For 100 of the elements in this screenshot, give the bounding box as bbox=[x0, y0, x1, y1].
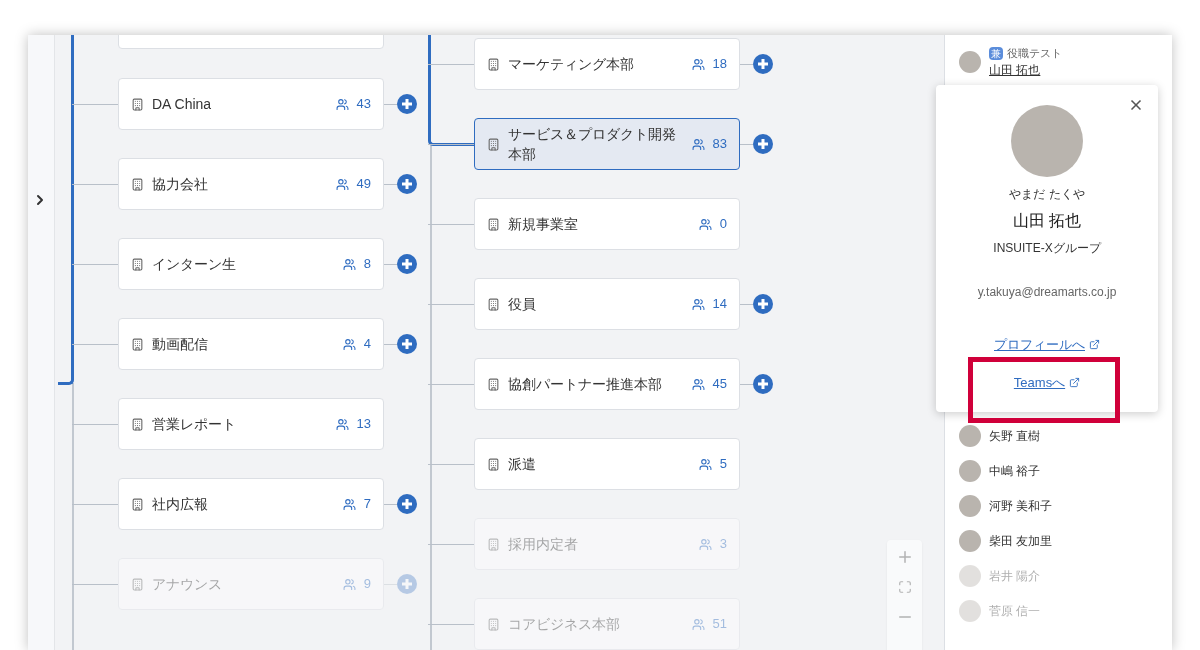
member-name[interactable]: 矢野 直樹 bbox=[989, 427, 1041, 445]
member-count: 13 bbox=[356, 415, 371, 434]
people-icon bbox=[342, 497, 356, 511]
email-address: y.takuya@dreamarts.co.jp bbox=[977, 284, 1117, 301]
building-icon bbox=[487, 297, 500, 311]
add-icon[interactable] bbox=[397, 174, 417, 194]
member-count: 5 bbox=[719, 455, 727, 474]
profile-link[interactable]: Teamsへ bbox=[1013, 372, 1081, 392]
people-icon bbox=[698, 217, 712, 231]
org-node-card[interactable]: DA China 43 bbox=[118, 78, 384, 130]
building-icon bbox=[131, 177, 144, 191]
department-name: 営業レポート bbox=[152, 415, 237, 434]
building-icon bbox=[131, 577, 144, 591]
department-name: インターン生 bbox=[152, 255, 237, 274]
member-count: 18 bbox=[712, 55, 727, 74]
people-icon bbox=[335, 97, 349, 111]
people-icon bbox=[342, 577, 356, 591]
avatar bbox=[959, 51, 981, 73]
member-count: 45 bbox=[712, 375, 727, 394]
org-node-card[interactable]: 協創パートナー推進本部 45 bbox=[474, 358, 740, 410]
department-name: 派遣 bbox=[508, 455, 537, 474]
add-icon[interactable] bbox=[397, 254, 417, 274]
people-icon bbox=[342, 337, 356, 351]
org-node-card[interactable]: 営業レポート 13 bbox=[118, 398, 384, 450]
name-kana: やまだ たくや bbox=[1009, 186, 1085, 203]
group-name: INSUITE-Xグループ bbox=[993, 240, 1101, 257]
org-node-card[interactable]: マーケティング本部 18 bbox=[474, 38, 740, 90]
department-name: 協創パートナー推進本部 bbox=[508, 375, 663, 394]
member-count: 49 bbox=[356, 175, 371, 194]
building-icon bbox=[487, 617, 500, 631]
avatar bbox=[959, 495, 981, 517]
building-icon bbox=[487, 537, 500, 551]
add-icon[interactable] bbox=[753, 374, 773, 394]
department-name: 動画配信 bbox=[152, 335, 209, 354]
avatar bbox=[959, 600, 981, 622]
close-button[interactable] bbox=[1128, 97, 1144, 113]
people-icon bbox=[691, 297, 705, 311]
external-link-icon bbox=[1069, 376, 1081, 388]
avatar bbox=[959, 425, 981, 447]
member-count: 51 bbox=[712, 615, 727, 634]
member-count: 83 bbox=[712, 135, 727, 154]
department-name: マーケティング本部 bbox=[508, 55, 635, 74]
member-count: 9 bbox=[363, 575, 371, 594]
org-node-card[interactable]: 役員 14 bbox=[474, 278, 740, 330]
people-icon bbox=[335, 417, 349, 431]
people-icon bbox=[691, 137, 705, 151]
member-name[interactable]: 河野 美和子 bbox=[989, 497, 1053, 515]
building-icon bbox=[487, 137, 500, 151]
department-name: 採用内定者 bbox=[508, 535, 579, 554]
building-icon bbox=[487, 217, 500, 231]
department-name: 新規事業室 bbox=[508, 215, 579, 234]
people-icon bbox=[691, 617, 705, 631]
department-name: サービス＆プロダクト開発本部 bbox=[508, 125, 677, 164]
org-node-card[interactable]: 社内広報 7 bbox=[118, 478, 384, 530]
people-icon bbox=[342, 257, 356, 271]
org-node-card[interactable]: 動画配信 4 bbox=[118, 318, 384, 370]
department-name: 社内広報 bbox=[152, 495, 209, 514]
building-icon bbox=[487, 57, 500, 71]
org-node-card[interactable]: 派遣 5 bbox=[474, 438, 740, 490]
avatar bbox=[959, 460, 981, 482]
member-count: 8 bbox=[363, 255, 371, 274]
avatar bbox=[959, 565, 981, 587]
people-icon bbox=[698, 537, 712, 551]
building-icon bbox=[131, 417, 144, 431]
people-icon bbox=[691, 57, 705, 71]
org-node-card[interactable]: サービス＆プロダクト開発本部 83 bbox=[474, 118, 740, 170]
member-name[interactable]: 中嶋 裕子 bbox=[989, 462, 1041, 480]
building-icon bbox=[131, 497, 144, 511]
member-count: 14 bbox=[712, 295, 727, 314]
add-icon[interactable] bbox=[397, 94, 417, 114]
avatar bbox=[959, 530, 981, 552]
org-node-card[interactable]: 協力会社 49 bbox=[118, 158, 384, 210]
member-name[interactable]: 柴田 友加里 bbox=[989, 532, 1053, 550]
add-icon[interactable] bbox=[753, 294, 773, 314]
org-node-card[interactable]: 新規事業室 0 bbox=[474, 198, 740, 250]
add-icon[interactable] bbox=[753, 54, 773, 74]
member-count: 3 bbox=[719, 535, 727, 554]
building-icon bbox=[487, 457, 500, 471]
member-count: 4 bbox=[363, 335, 371, 354]
department-name: アナウンス bbox=[152, 575, 223, 594]
member-count: 7 bbox=[363, 495, 371, 514]
people-icon bbox=[698, 457, 712, 471]
building-icon bbox=[487, 377, 500, 391]
building-icon bbox=[131, 97, 144, 111]
add-icon[interactable] bbox=[397, 494, 417, 514]
org-node-card[interactable]: インターン生 8 bbox=[118, 238, 384, 290]
building-icon bbox=[131, 337, 144, 351]
role-label: 役職テスト bbox=[1007, 45, 1062, 61]
member-name[interactable]: 山田 拓也 bbox=[989, 61, 1062, 80]
department-name: コアビジネス本部 bbox=[508, 615, 621, 634]
department-name: DA China bbox=[152, 95, 213, 114]
concurrent-badge: 兼 bbox=[989, 46, 1003, 60]
member-count: 43 bbox=[356, 95, 371, 114]
department-name: 役員 bbox=[508, 295, 537, 314]
add-icon[interactable] bbox=[397, 334, 417, 354]
building-icon bbox=[131, 257, 144, 271]
add-icon[interactable] bbox=[753, 134, 773, 154]
department-name: 協力会社 bbox=[152, 175, 209, 194]
external-link-icon bbox=[1089, 339, 1100, 351]
profile-link[interactable]: プロフィールへ bbox=[994, 335, 1100, 355]
